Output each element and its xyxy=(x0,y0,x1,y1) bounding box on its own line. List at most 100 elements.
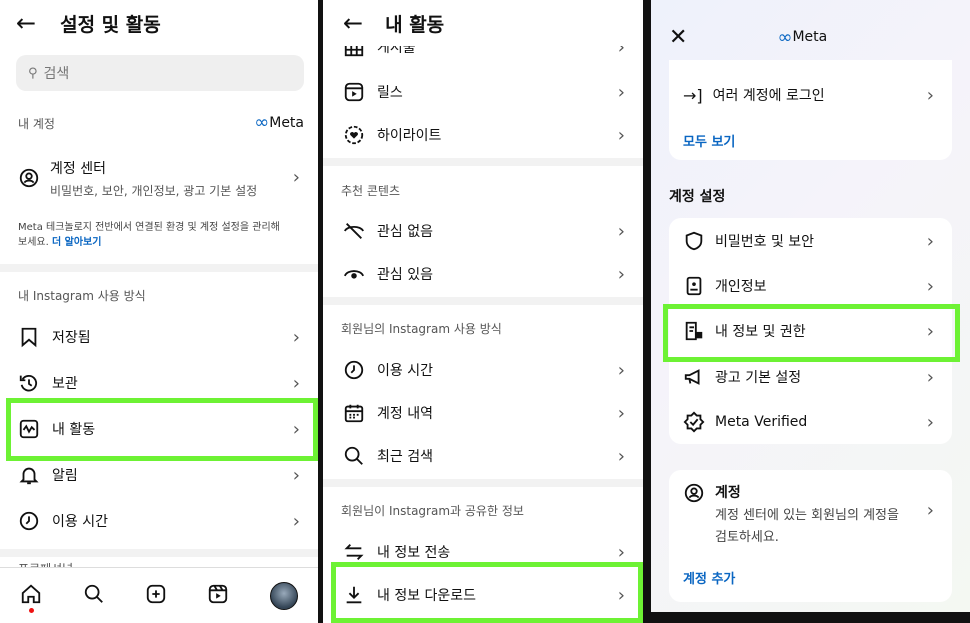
highlight-box xyxy=(331,562,643,623)
back-arrow-icon[interactable]: ← xyxy=(343,9,363,37)
search-nav-icon[interactable] xyxy=(83,583,105,609)
your-activity-screen: 게시물 › ← 내 활동 릴스 › 하이라이트 › 추천 콘텐츠 관심 없음 ›… xyxy=(323,0,643,623)
divider xyxy=(323,297,643,305)
page-title: 내 활동 xyxy=(385,13,445,36)
reels-icon[interactable] xyxy=(207,583,229,609)
transfer-arrows-icon xyxy=(343,541,365,563)
meta-logo: ∞ Meta xyxy=(254,112,304,133)
meta-logo: ∞ Meta xyxy=(777,26,828,48)
account-settings-label: 계정 설정 xyxy=(669,189,726,205)
chevron-right-icon: › xyxy=(926,411,934,433)
megaphone-icon xyxy=(683,366,705,388)
meta-verified-item[interactable]: Meta Verified › xyxy=(669,407,952,437)
chevron-right-icon: › xyxy=(926,84,934,106)
highlight-heart-icon xyxy=(343,124,365,146)
multi-login-item[interactable]: →] 여러 계정에 로그인 › xyxy=(669,80,952,110)
learn-more-link[interactable]: 더 알아보기 xyxy=(52,237,101,248)
close-icon[interactable]: ✕ xyxy=(669,25,687,50)
add-account-link[interactable]: 계정 추가 xyxy=(683,568,735,587)
home-icon[interactable] xyxy=(20,583,42,613)
recent-searches-item[interactable]: 최근 검색 › xyxy=(323,441,643,471)
header: ← 설정 및 활동 xyxy=(0,8,318,38)
time-spent-item[interactable]: 이용 시간 › xyxy=(323,355,643,385)
accounts-center-screen: ✕ ∞ Meta →] 여러 계정에 로그인 › 모두 보기 계정 설정 비밀번… xyxy=(651,0,970,623)
chevron-right-icon: › xyxy=(617,402,625,424)
eye-off-icon xyxy=(343,220,365,242)
login-arrow-icon: →] xyxy=(683,85,703,105)
clock-icon xyxy=(343,359,365,381)
calendar-icon xyxy=(343,402,365,424)
chevron-right-icon: › xyxy=(292,167,300,188)
eye-icon xyxy=(343,263,365,285)
archive-item[interactable]: 보관 › xyxy=(0,368,318,398)
chevron-right-icon: › xyxy=(617,445,625,467)
chevron-right-icon: › xyxy=(292,372,300,394)
create-icon[interactable] xyxy=(145,583,167,609)
chevron-right-icon: › xyxy=(926,230,934,252)
chevron-right-icon: › xyxy=(617,220,625,242)
account-center-item[interactable]: 계정 센터 비밀번호, 보안, 개인정보, 광고 기본 설정 › xyxy=(0,155,318,205)
saved-item[interactable]: 저장됨 › xyxy=(0,322,318,352)
shield-icon xyxy=(683,230,705,252)
divider xyxy=(0,549,318,557)
id-card-icon xyxy=(683,275,705,297)
bookmark-icon xyxy=(18,326,40,348)
chevron-right-icon: › xyxy=(926,366,934,388)
header: ✕ ∞ Meta xyxy=(651,22,970,52)
chevron-right-icon: › xyxy=(617,359,625,381)
notifications-item[interactable]: 알림 › xyxy=(0,460,318,490)
time-spent-item[interactable]: 이용 시간 › xyxy=(0,506,318,536)
accounts-item[interactable]: 계정 계정 센터에 있는 회원님의 계정을 검토하세요. › xyxy=(669,480,952,550)
highlight-box xyxy=(6,398,318,461)
settings-activity-screen: ← 설정 및 활동 ⚲ 검색 내 계정 ∞ Meta 계정 센터 비밀번호, 보… xyxy=(0,0,321,623)
chevron-right-icon: › xyxy=(292,326,300,348)
accounts-card: 계정 계정 센터에 있는 회원님의 계정을 검토하세요. › 계정 추가 xyxy=(669,470,952,602)
search-icon xyxy=(343,445,365,467)
bottom-nav xyxy=(0,567,318,623)
bell-icon xyxy=(18,464,40,486)
clock-icon xyxy=(18,510,40,532)
back-arrow-icon[interactable]: ← xyxy=(16,9,36,37)
divider xyxy=(323,479,643,487)
highlights-item[interactable]: 하이라이트 › xyxy=(323,120,643,150)
divider xyxy=(0,264,318,272)
search-input[interactable]: ⚲ 검색 xyxy=(16,55,304,91)
suggested-section-label: 추천 콘텐츠 xyxy=(341,184,401,198)
reels-item[interactable]: 릴스 › xyxy=(323,77,643,107)
page-title: 설정 및 활동 xyxy=(60,13,161,36)
highlight-box xyxy=(663,304,960,362)
account-circle-icon xyxy=(18,167,40,189)
header: ← 내 활동 xyxy=(323,0,643,46)
chevron-right-icon: › xyxy=(292,510,300,532)
interested-item[interactable]: 관심 있음 › xyxy=(323,259,643,289)
chevron-right-icon: › xyxy=(617,81,625,103)
verified-badge-icon xyxy=(683,411,705,433)
archive-history-icon xyxy=(18,372,40,394)
password-security-item[interactable]: 비밀번호 및 보안 › xyxy=(669,226,952,256)
see-all-link[interactable]: 모두 보기 xyxy=(683,131,735,150)
chevron-right-icon: › xyxy=(926,275,934,297)
personal-info-item[interactable]: 개인정보 › xyxy=(669,271,952,301)
ad-preferences-item[interactable]: 광고 기본 설정 › xyxy=(669,362,952,392)
chevron-right-icon: › xyxy=(617,541,625,563)
divider xyxy=(323,158,643,166)
reels-icon xyxy=(343,81,365,103)
my-account-label: 내 계정 xyxy=(18,117,55,131)
bottom-edge xyxy=(651,612,970,623)
meta-infinity-icon: ∞ xyxy=(777,26,793,48)
usage-section-label: 회원님의 Instagram 사용 방식 xyxy=(341,322,502,336)
profiles-card: →] 여러 계정에 로그인 › 모두 보기 xyxy=(669,60,952,160)
profile-avatar[interactable] xyxy=(269,582,298,610)
meta-infinity-icon: ∞ xyxy=(254,112,270,133)
chevron-right-icon: › xyxy=(617,263,625,285)
meta-description: Meta 테크놀로지 전반에서 연결된 환경 및 계정 설정을 관리해보세요. … xyxy=(18,222,280,248)
shared-section-label: 회원님이 Instagram과 공유한 정보 xyxy=(341,504,524,518)
chevron-right-icon: › xyxy=(926,500,934,521)
account-circle-icon xyxy=(683,482,705,504)
chevron-right-icon: › xyxy=(292,464,300,486)
chevron-right-icon: › xyxy=(617,124,625,146)
account-history-item[interactable]: 계정 내역 › xyxy=(323,398,643,428)
search-icon: ⚲ xyxy=(28,65,38,81)
usage-section-label: 내 Instagram 사용 방식 xyxy=(18,289,146,303)
not-interested-item[interactable]: 관심 없음 › xyxy=(323,216,643,246)
